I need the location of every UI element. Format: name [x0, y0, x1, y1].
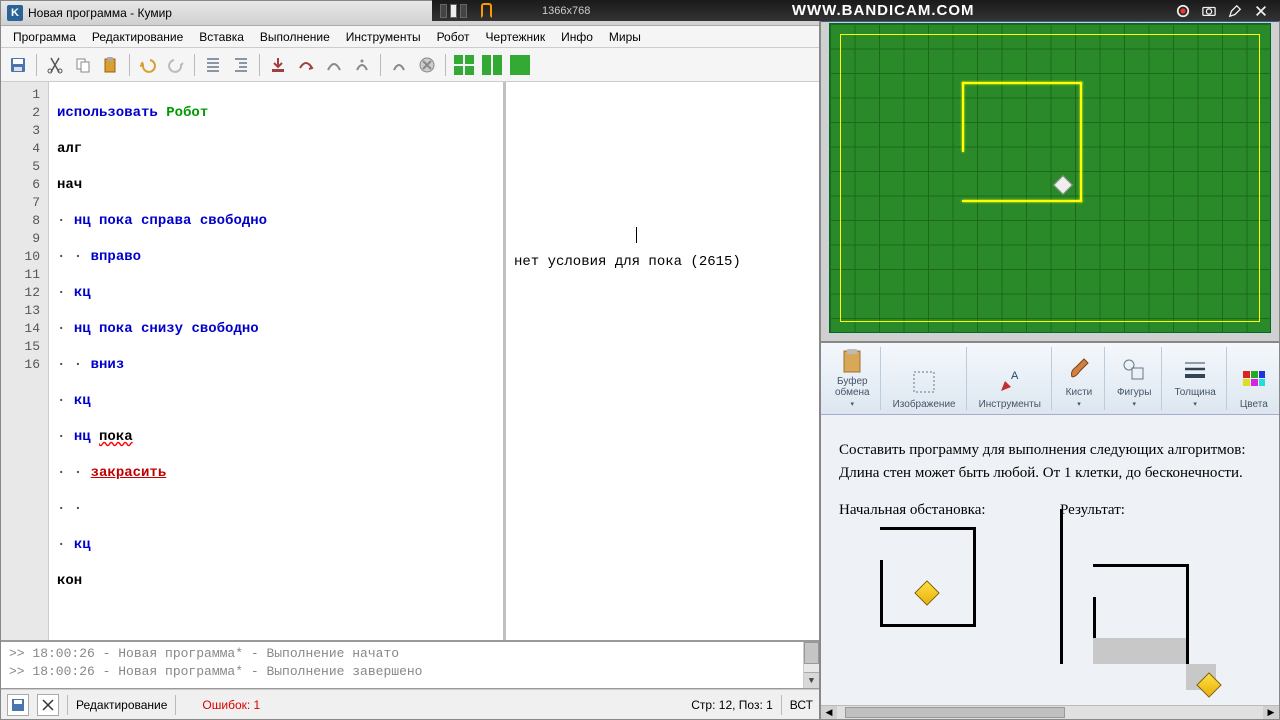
- menu-edit[interactable]: Редактирование: [84, 27, 191, 47]
- pencil-icon[interactable]: [1228, 4, 1242, 18]
- bandicam-logo: WWW.BANDICAM.COM: [792, 2, 975, 19]
- ribbon-image[interactable]: Изображение: [883, 347, 967, 410]
- console[interactable]: >> 18:00:26 - Новая программа* - Выполне…: [1, 641, 819, 689]
- code-editor[interactable]: 12345678910111213141516 использовать Роб…: [1, 82, 506, 640]
- menu-program[interactable]: Программа: [5, 27, 84, 47]
- run-small-button[interactable]: [349, 52, 375, 78]
- error-message: нет условия для пока (2615): [514, 254, 741, 270]
- diamond-icon: [1196, 672, 1221, 697]
- task-text-2: Длина стен может быть любой. От 1 клетки…: [839, 462, 1261, 485]
- menu-run[interactable]: Выполнение: [252, 27, 338, 47]
- menu-drafter[interactable]: Чертежник: [478, 27, 554, 47]
- menu-robot[interactable]: Робот: [429, 27, 478, 47]
- insert-mode: ВСТ: [790, 698, 813, 712]
- paint-window: Буфер обмена ▾ Изображение A Инструменты…: [820, 342, 1280, 720]
- camera-icon[interactable]: [1202, 4, 1216, 18]
- window-title: Новая программа - Кумир: [28, 6, 172, 20]
- ribbon-tools[interactable]: A Инструменты: [969, 347, 1052, 410]
- redo-button[interactable]: [163, 52, 189, 78]
- menubar: Программа Редактирование Вставка Выполне…: [1, 26, 819, 48]
- error-count: Ошибок: 1: [202, 698, 260, 712]
- save-icon[interactable]: [7, 694, 29, 716]
- ribbon-thickness[interactable]: Толщина ▾: [1164, 347, 1226, 410]
- code-area[interactable]: использовать Робот алг нач · нц пока спр…: [49, 82, 503, 640]
- paste-button[interactable]: [98, 52, 124, 78]
- run-button[interactable]: [321, 52, 347, 78]
- text-cursor: [636, 227, 637, 243]
- menu-worlds[interactable]: Миры: [601, 27, 649, 47]
- ribbon-shapes[interactable]: Фигуры ▾: [1107, 347, 1162, 410]
- ribbon: Буфер обмена ▾ Изображение A Инструменты…: [821, 343, 1279, 415]
- horizontal-scrollbar[interactable]: ◀▶: [821, 705, 1279, 719]
- step-over-button[interactable]: [293, 52, 319, 78]
- mode-label: Редактирование: [76, 698, 167, 712]
- robot-field[interactable]: [829, 23, 1271, 333]
- pin-icon[interactable]: [481, 3, 492, 18]
- indent-right-button[interactable]: [228, 52, 254, 78]
- undo-button[interactable]: [135, 52, 161, 78]
- robot-window: Робот - временная: [820, 0, 1280, 342]
- kumir-window: K Новая программа - Кумир Программа Реда…: [0, 0, 820, 720]
- ribbon-clipboard[interactable]: Буфер обмена ▾: [825, 347, 881, 410]
- diamond-icon: [914, 580, 939, 605]
- ribbon-brushes[interactable]: Кисти ▾: [1054, 347, 1105, 410]
- console-line: >> 18:00:26 - Новая программа* - Выполне…: [9, 646, 811, 664]
- menu-tools[interactable]: Инструменты: [338, 27, 429, 47]
- scrollbar[interactable]: ▼: [803, 642, 819, 688]
- stop-button[interactable]: [414, 52, 440, 78]
- output-panel[interactable]: нет условия для пока (2615): [506, 82, 819, 640]
- gutter: 12345678910111213141516: [1, 82, 49, 640]
- copy-button[interactable]: [70, 52, 96, 78]
- record-icon[interactable]: [1176, 4, 1190, 18]
- menu-insert[interactable]: Вставка: [191, 27, 252, 47]
- save-button[interactable]: [5, 52, 31, 78]
- close-icon[interactable]: [1254, 4, 1268, 18]
- document-canvas[interactable]: Составить программу для выполнения следу…: [821, 415, 1279, 719]
- close-tab-icon[interactable]: [37, 694, 59, 716]
- console-line: >> 18:00:26 - Новая программа* - Выполне…: [9, 664, 811, 682]
- column-view-button[interactable]: [479, 52, 505, 78]
- grid-view-button[interactable]: [451, 52, 477, 78]
- svg-text:A: A: [1011, 370, 1019, 382]
- cursor-position: Стр: 12, Поз: 1: [691, 698, 773, 712]
- ribbon-colors[interactable]: Цвета: [1229, 347, 1279, 410]
- toolbar: [1, 48, 819, 82]
- single-view-button[interactable]: [507, 52, 533, 78]
- debug-button[interactable]: [386, 52, 412, 78]
- recorder-bar: 1366x768 WWW.BANDICAM.COM: [432, 0, 1280, 21]
- step-into-button[interactable]: [265, 52, 291, 78]
- app-icon: K: [7, 5, 23, 21]
- indent-left-button[interactable]: [200, 52, 226, 78]
- statusbar: Редактирование Ошибок: 1 Стр: 12, Поз: 1…: [1, 689, 819, 719]
- task-text-1: Составить программу для выполнения следу…: [839, 439, 1261, 462]
- dimensions: 1366x768: [542, 5, 590, 17]
- initial-label: Начальная обстановка:: [839, 502, 1040, 519]
- menu-info[interactable]: Инфо: [553, 27, 601, 47]
- cut-button[interactable]: [42, 52, 68, 78]
